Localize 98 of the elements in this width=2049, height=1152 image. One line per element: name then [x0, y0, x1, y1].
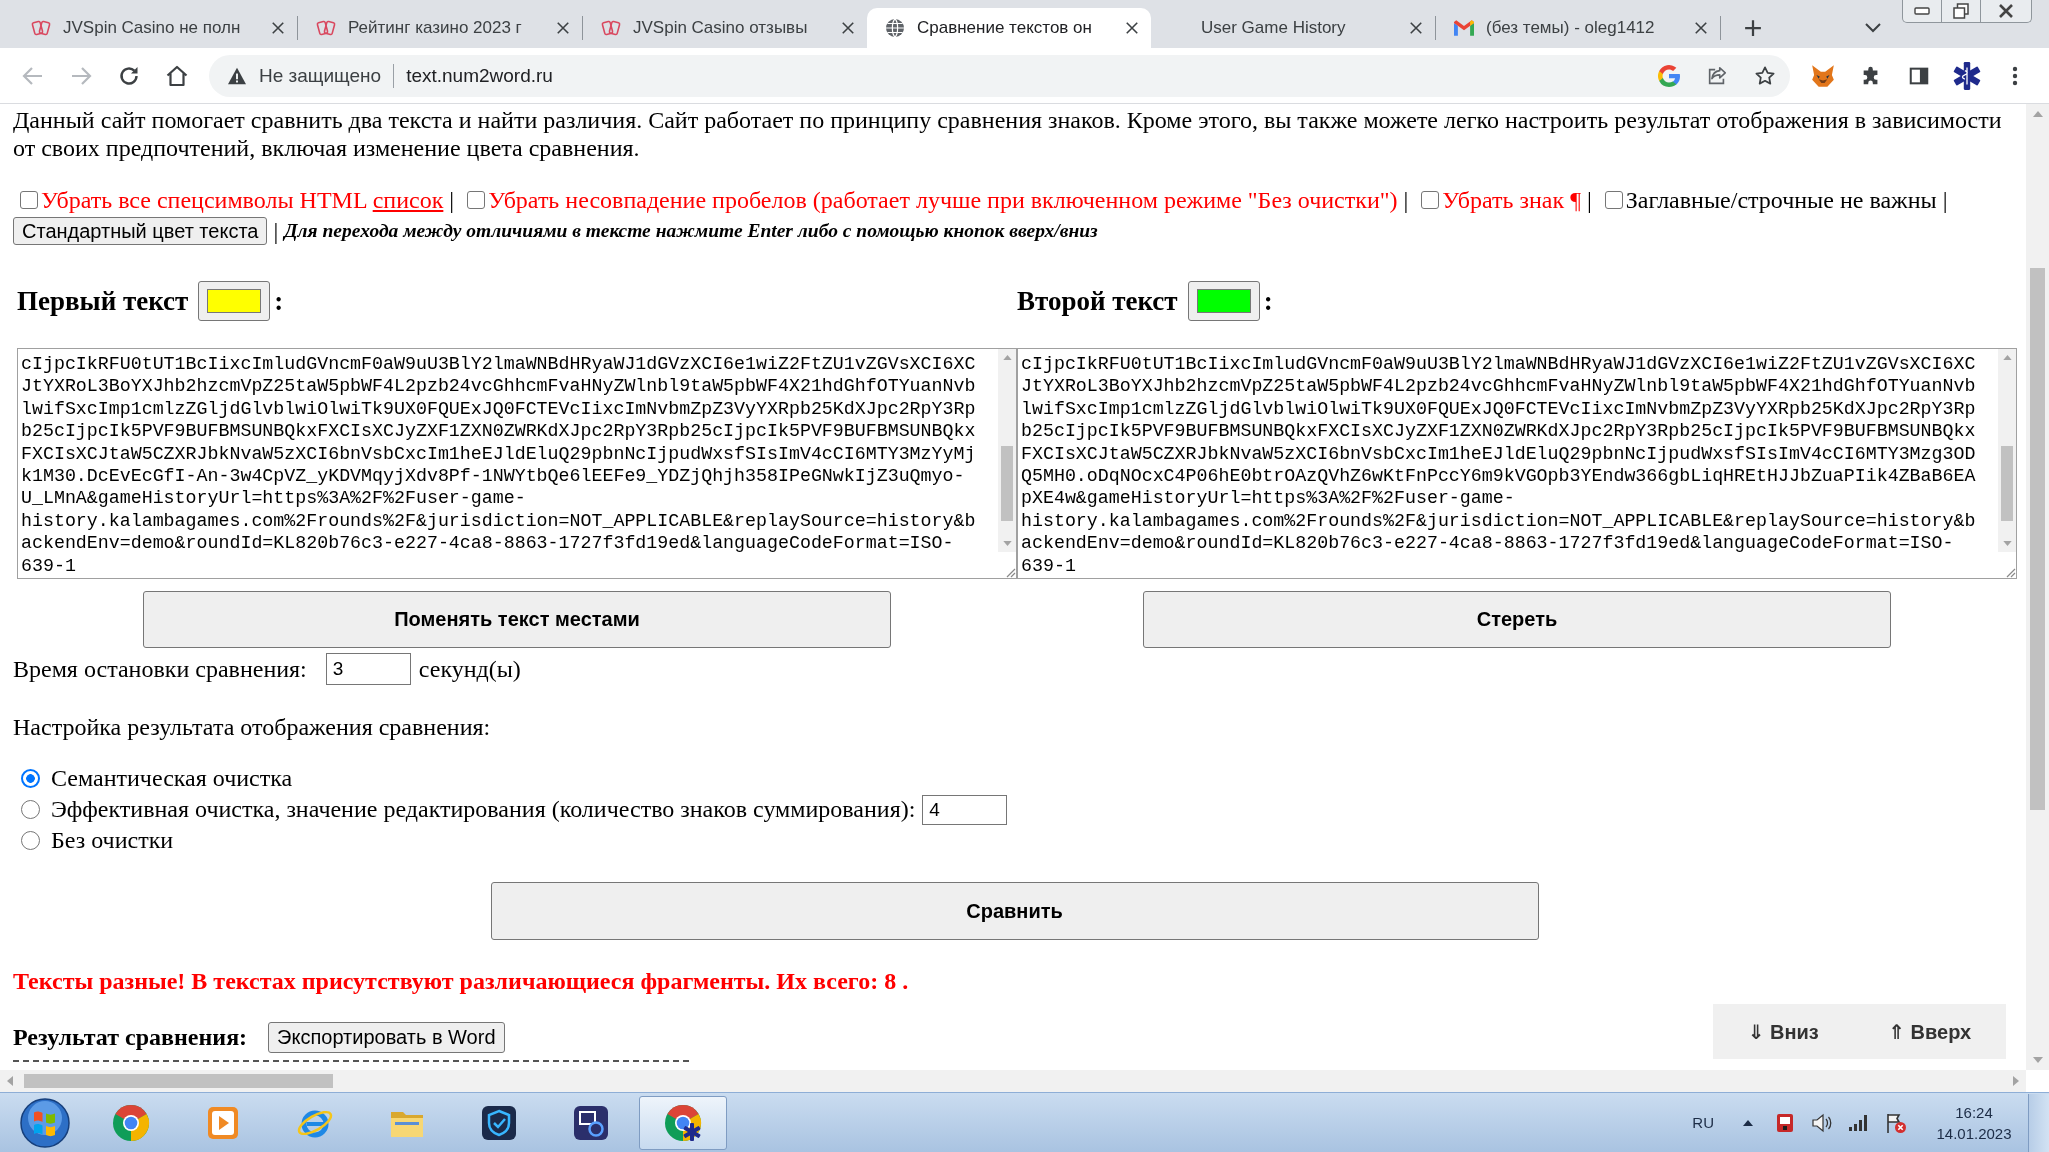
time-input[interactable]: 3: [325, 653, 411, 685]
option-label[interactable]: Убрать несовпадение пробелов (работает лучше при включенном режиме "Без очистки"): [488, 186, 1398, 214]
radio-button[interactable]: [21, 831, 40, 850]
radio-label[interactable]: Эффективная очистка, значение редактирования (количество знаков суммирования):: [51, 796, 916, 823]
separator-text: |: [1403, 186, 1409, 214]
browser-tab[interactable]: JVSpin Casino отзывы: [583, 8, 867, 48]
color-picker[interactable]: [198, 281, 271, 321]
separator-text: |: [1942, 186, 1948, 214]
action-button[interactable]: Стереть: [1143, 591, 1891, 648]
browser-tab[interactable]: Рейтинг казино 2023 г: [298, 8, 582, 48]
text-area[interactable]: cIjpcIkRFU0tUT1BcIixcImludGVncmF0aW9uU3BlY2lmaWNBdHRyaWJ1dGVzXCI6e1wiZ2FtZU1vZGVsXCI6XC JtYXRoL3BoYXJhb2hzcmVpZ25taW5pbWF4L2pzb24vcGhhcmFvaHNyZWlnbl9taW5pbWF4X21hdGhfOTYuanNvb lwifSxcImp1cmlzZGljdGlvblwiOlwiTk9UX0FQUExJQ0FCTEVcIixcImNvbmZpZ3VyYXRpb25KdXJpc2RpY3Rp b25cIjpcIk5PVF9BUFBMSUNBQkxFXCIsXCJyZXF1ZXN0ZWRKdXJpc2RpY3Rpb25cIjpcIk5PVF9BUFBMSUNBQkx FXCIsXCJtaW5CZXRJbkNvaW5zXCI6bnVsbCxcIm1heEJldEluQ29pbnNcIjpudWxsfSIsImV4cCI6MTY3Mzg3OD Q5MH0.oDqNOcxC4P06hE0btrOAzQVhZ6wKtFnPccY6m9kVGOpb3YEndw366gbLiqHREtHJJbZuaPIik4ZBaB6EA pXE4w&gameHistoryUrl=https%3A%2F%2Fuser-game- history.kalambagames.com%2Frounds%2F&jurisdiction=NOT_APPLICABLE&replaySource=history&b ackendEnv=demo&roundId=KL820b76c3-e227-4ca8-8863-1727f3fd19ed&languageCodeFormat=ISO- 639-1: [1017, 348, 2017, 579]
radio-button[interactable]: [21, 769, 40, 788]
compare-button[interactable]: Сравнить: [490, 882, 1539, 940]
up-triangle-icon[interactable]: [1743, 1119, 1753, 1126]
mail-icon: [1454, 18, 1474, 38]
taskbar-app-button[interactable]: [639, 1095, 727, 1150]
home-icon[interactable]: [165, 63, 189, 88]
security-alert-icon[interactable]: [1774, 1111, 1796, 1134]
checkbox[interactable]: [1421, 191, 1440, 209]
chevron-down-icon[interactable]: [1865, 23, 1881, 33]
scrollbar[interactable]: [1998, 349, 2016, 578]
clock-date[interactable]: 14.01.2023: [1936, 1122, 2012, 1144]
browser-tab[interactable]: (без темы) - oleg1412: [1436, 8, 1720, 48]
close-icon[interactable]: [1409, 21, 1423, 35]
resize-grip-icon[interactable]: [2004, 566, 2016, 578]
close-icon[interactable]: [841, 21, 855, 35]
fox-icon[interactable]: [1810, 62, 1836, 89]
scrollbar-thumb[interactable]: [2030, 268, 2045, 810]
link[interactable]: список: [372, 187, 444, 213]
cards-icon: [31, 18, 51, 38]
export-button[interactable]: Экспортировать в Word: [268, 1022, 505, 1053]
checkbox[interactable]: [20, 191, 38, 209]
browser-icon: [663, 1102, 703, 1143]
security-status[interactable]: Не защищено: [259, 64, 382, 87]
scrollbar[interactable]: [2026, 104, 2049, 1070]
speaker-icon[interactable]: [1811, 1111, 1833, 1134]
star-icon[interactable]: [1754, 64, 1776, 87]
more-menu-icon[interactable]: [2012, 65, 2018, 86]
text-heading: Первый текст: [17, 285, 189, 317]
cards-icon: [601, 18, 621, 38]
option-label[interactable]: Убрать знак ¶: [1442, 186, 1582, 214]
option-label[interactable]: Убрать все спецсимволы HTML список: [41, 186, 444, 214]
flag-warning-icon[interactable]: [1885, 1111, 1907, 1134]
resize-grip-icon[interactable]: [1004, 566, 1016, 578]
browser-tab[interactable]: User Game History: [1151, 8, 1435, 48]
separator-text: |: [273, 217, 279, 245]
nav-link[interactable]: ⇑ Вверх: [1888, 1019, 1972, 1044]
action-button[interactable]: Поменять текст местами: [143, 591, 891, 648]
scrollbar-thumb[interactable]: [24, 1074, 333, 1088]
minimize-icon[interactable]: [1914, 7, 1930, 15]
radio-label[interactable]: Семантическая очистка: [51, 765, 293, 792]
url-text: text.num2word.ru: [406, 64, 553, 87]
restore-icon[interactable]: [1953, 3, 1969, 19]
separator-text: |: [449, 186, 455, 214]
nav-link[interactable]: ⇓ Вниз: [1747, 1019, 1819, 1044]
text-area[interactable]: cIjpcIkRFU0tUT1BcIixcImludGVncmF0aW9uU3BlY2lmaWNBdHRyaWJ1dGVzXCI6e1wiZ2FtZU1vZGVsXCI6XC JtYXRoL3BoYXJhb2hzcmVpZ25taW5pbWF4L2pzb24vcGhhcmFvaHNyZWlnbl9taW5pbWF4X21hdGhfOTYuanNvb lwifSxcImp1cmlzZGljdGlvblwiOlwiTk9UX0FQUExJQ0FCTEVcIixcImNvbmZpZ3VyYXRpb25KdXJpc2RpY3Rp b25cIjpcIk5PVF9BUFBMSUNBQkxFXCIsXCJyZXF1ZXN0ZWRKdXJpc2RpY3Rpb25cIjpcIk5PVF9BUFBMSUNBQkx FXCIsXCJtaW5CZXRJbkNvaW5zXCI6bnVsbCxcIm1heEJldEluQ29pbnNcIjpudWxsfSIsImV4cCI6MTY3MzYyMj k1M30.DcEvEcGfI-An-3w4CpVZ_yKDVMqyjXdv8Pf-1NWYtbQe6lEEFe9_YDZjQhjh358IPeGNwkIjZ3uQmyo- U_LMnA&gameHistoryUrl=https%3A%2F%2Fuser-game- history.kalambagames.com%2Frounds%2F&jurisdiction=NOT_APPLICABLE&replaySource=history&b ackendEnv=demo&roundId=KL820b76c3-e227-4ca8-8863-1727f3fd19ed&languageCodeFormat=ISO- 639-1: [17, 348, 1017, 579]
checkbox[interactable]: [1604, 191, 1623, 209]
clock-time[interactable]: 16:24: [1955, 1101, 1993, 1123]
hint-text: Для перехода между отличиями в тексте нажмите Enter либо с помощью кнопок вверх/вниз: [284, 220, 1098, 242]
reset-color-button[interactable]: Стандартный цвет текста: [13, 217, 268, 245]
close-icon[interactable]: [1998, 4, 2014, 18]
globe-icon: [885, 18, 905, 38]
browser-tab[interactable]: Сравнение текстов он: [867, 8, 1151, 48]
intro-text: Данный сайт помогает сравнить два текста и найти различия. Сайт работает по принципу сравнения знаков. Кроме этого, вы также можете легко настроить результат отображения в зависимости от своих предпочтений, включая изменение цвета сравнения.: [13, 106, 2003, 162]
share-icon[interactable]: [1706, 64, 1728, 87]
cards-icon: [316, 18, 336, 38]
language-indicator[interactable]: RU: [1692, 1114, 1714, 1131]
result-message: Тексты разные! В текстах присутствуют различающиеся фрагменты. Их всего: 8 .: [13, 967, 910, 995]
number-input[interactable]: 4: [922, 794, 1008, 825]
browser-icon: [111, 1102, 151, 1143]
asterisk-icon[interactable]: [1952, 60, 1982, 91]
close-icon[interactable]: [556, 21, 570, 35]
scrollbar[interactable]: [998, 349, 1016, 578]
scrollbar-thumb[interactable]: [2001, 446, 2013, 521]
color-picker[interactable]: [1187, 281, 1260, 321]
g-logo-icon[interactable]: [1658, 64, 1680, 87]
warning-icon: [227, 66, 247, 85]
unit-label: секунд(ы): [418, 655, 521, 683]
result-label: Результат сравнения:: [13, 1024, 248, 1051]
field-label: Время остановки сравнения:: [13, 655, 307, 683]
heading-colon: :: [274, 285, 284, 317]
scrollbar-thumb[interactable]: [1001, 446, 1013, 521]
option-label[interactable]: Заглавные/строчные не важны: [1625, 186, 1937, 214]
start-orb-icon[interactable]: [20, 1097, 70, 1148]
browser-tab[interactable]: JVSpin Casino не полн: [13, 8, 297, 48]
close-icon[interactable]: [1694, 21, 1708, 35]
radio-label[interactable]: Без очистки: [51, 827, 174, 854]
close-icon[interactable]: [1125, 21, 1139, 35]
checkbox[interactable]: [467, 191, 486, 209]
separator-text: |: [1587, 186, 1592, 214]
radio-button[interactable]: [21, 800, 40, 819]
section-title: Настройка результата отображения сравнения:: [13, 713, 492, 741]
scrollbar[interactable]: [0, 1070, 2026, 1092]
heading-colon: :: [1263, 285, 1273, 317]
address-bar[interactable]: Не защищено text.num2word.ru: [209, 54, 1790, 97]
close-icon[interactable]: [271, 21, 285, 35]
plus-icon[interactable]: [1744, 19, 1762, 37]
text-heading: Второй текст: [1017, 285, 1178, 317]
